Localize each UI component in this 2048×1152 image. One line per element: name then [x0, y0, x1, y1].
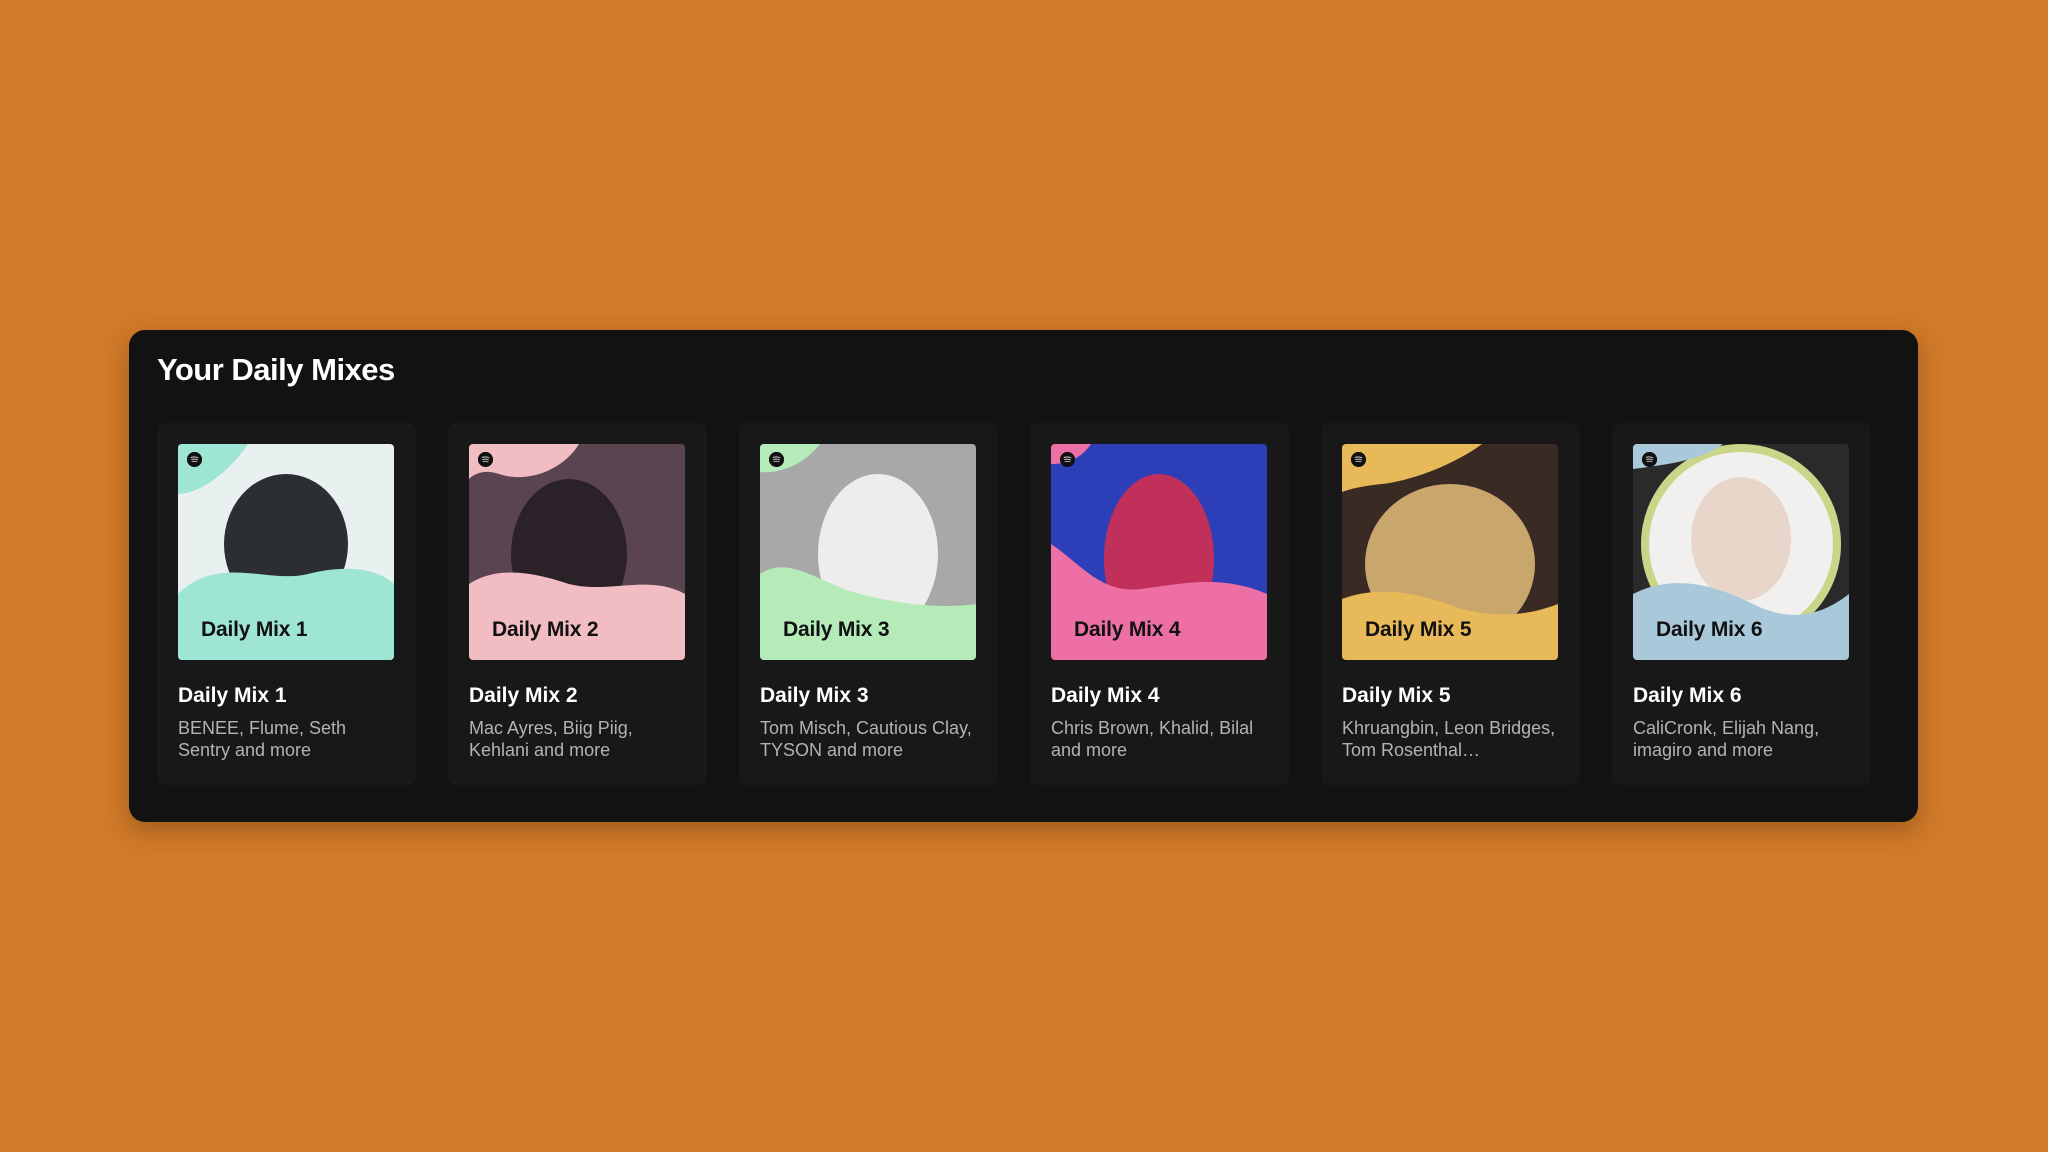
spotify-icon [478, 452, 493, 467]
cover-label: Daily Mix 5 [1365, 618, 1472, 641]
playlist-card-daily-mix-5[interactable]: Daily Mix 5 Daily Mix 5 Khruangbin, Leon… [1321, 423, 1580, 785]
playlist-card-daily-mix-4[interactable]: Daily Mix 4 Daily Mix 4 Chris Brown, Kha… [1030, 423, 1289, 785]
card-description: CaliCronk, Elijah Nang, imagiro and more [1633, 718, 1820, 760]
card-title[interactable]: Daily Mix 6 [1633, 684, 1742, 708]
card-description: Khruangbin, Leon Bridges, Tom Rosenthal… [1342, 718, 1556, 760]
spotify-icon [1060, 452, 1075, 467]
cover-label: Daily Mix 6 [1656, 618, 1763, 641]
playlist-cover[interactable]: Daily Mix 1 [178, 444, 394, 660]
card-title[interactable]: Daily Mix 1 [178, 684, 287, 708]
playlist-card-daily-mix-1[interactable]: Daily Mix 1 Daily Mix 1 BENEE, Flume, Se… [157, 423, 416, 785]
card-row: Daily Mix 1 Daily Mix 1 BENEE, Flume, Se… [157, 423, 1871, 785]
section-title[interactable]: Your Daily Mixes [157, 352, 395, 388]
spotify-icon [1351, 452, 1366, 467]
playlist-cover[interactable]: Daily Mix 4 [1051, 444, 1267, 660]
card-title[interactable]: Daily Mix 4 [1051, 684, 1160, 708]
card-description: Tom Misch, Cautious Clay, TYSON and more [760, 718, 972, 760]
cover-label: Daily Mix 1 [201, 618, 308, 641]
spotify-icon [769, 452, 784, 467]
playlist-cover[interactable]: Daily Mix 6 [1633, 444, 1849, 660]
playlist-cover[interactable]: Daily Mix 3 [760, 444, 976, 660]
playlist-cover[interactable]: Daily Mix 5 [1342, 444, 1558, 660]
cover-label: Daily Mix 4 [1074, 618, 1181, 641]
cover-subject [1691, 477, 1791, 601]
playlist-card-daily-mix-3[interactable]: Daily Mix 3 Daily Mix 3 Tom Misch, Cauti… [739, 423, 998, 785]
spotify-icon [1642, 452, 1657, 467]
spotify-icon [187, 452, 202, 467]
playlist-card-daily-mix-2[interactable]: Daily Mix 2 Daily Mix 2 Mac Ayres, Biig … [448, 423, 707, 785]
playlist-card-daily-mix-6[interactable]: Daily Mix 6 Daily Mix 6 CaliCronk, Elija… [1612, 423, 1871, 785]
card-description: Mac Ayres, Biig Piig, Kehlani and more [469, 718, 633, 760]
card-description: BENEE, Flume, Seth Sentry and more [178, 718, 347, 760]
card-title[interactable]: Daily Mix 2 [469, 684, 578, 708]
card-title[interactable]: Daily Mix 3 [760, 684, 869, 708]
card-title[interactable]: Daily Mix 5 [1342, 684, 1451, 708]
playlist-cover[interactable]: Daily Mix 2 [469, 444, 685, 660]
cover-label: Daily Mix 2 [492, 618, 599, 641]
cover-label: Daily Mix 3 [783, 618, 890, 641]
daily-mixes-panel: Your Daily Mixes Daily Mix 1 Daily Mix 1… [129, 330, 1918, 822]
cover-accent-wave [178, 568, 394, 660]
card-description: Chris Brown, Khalid, Bilal and more [1051, 718, 1254, 760]
